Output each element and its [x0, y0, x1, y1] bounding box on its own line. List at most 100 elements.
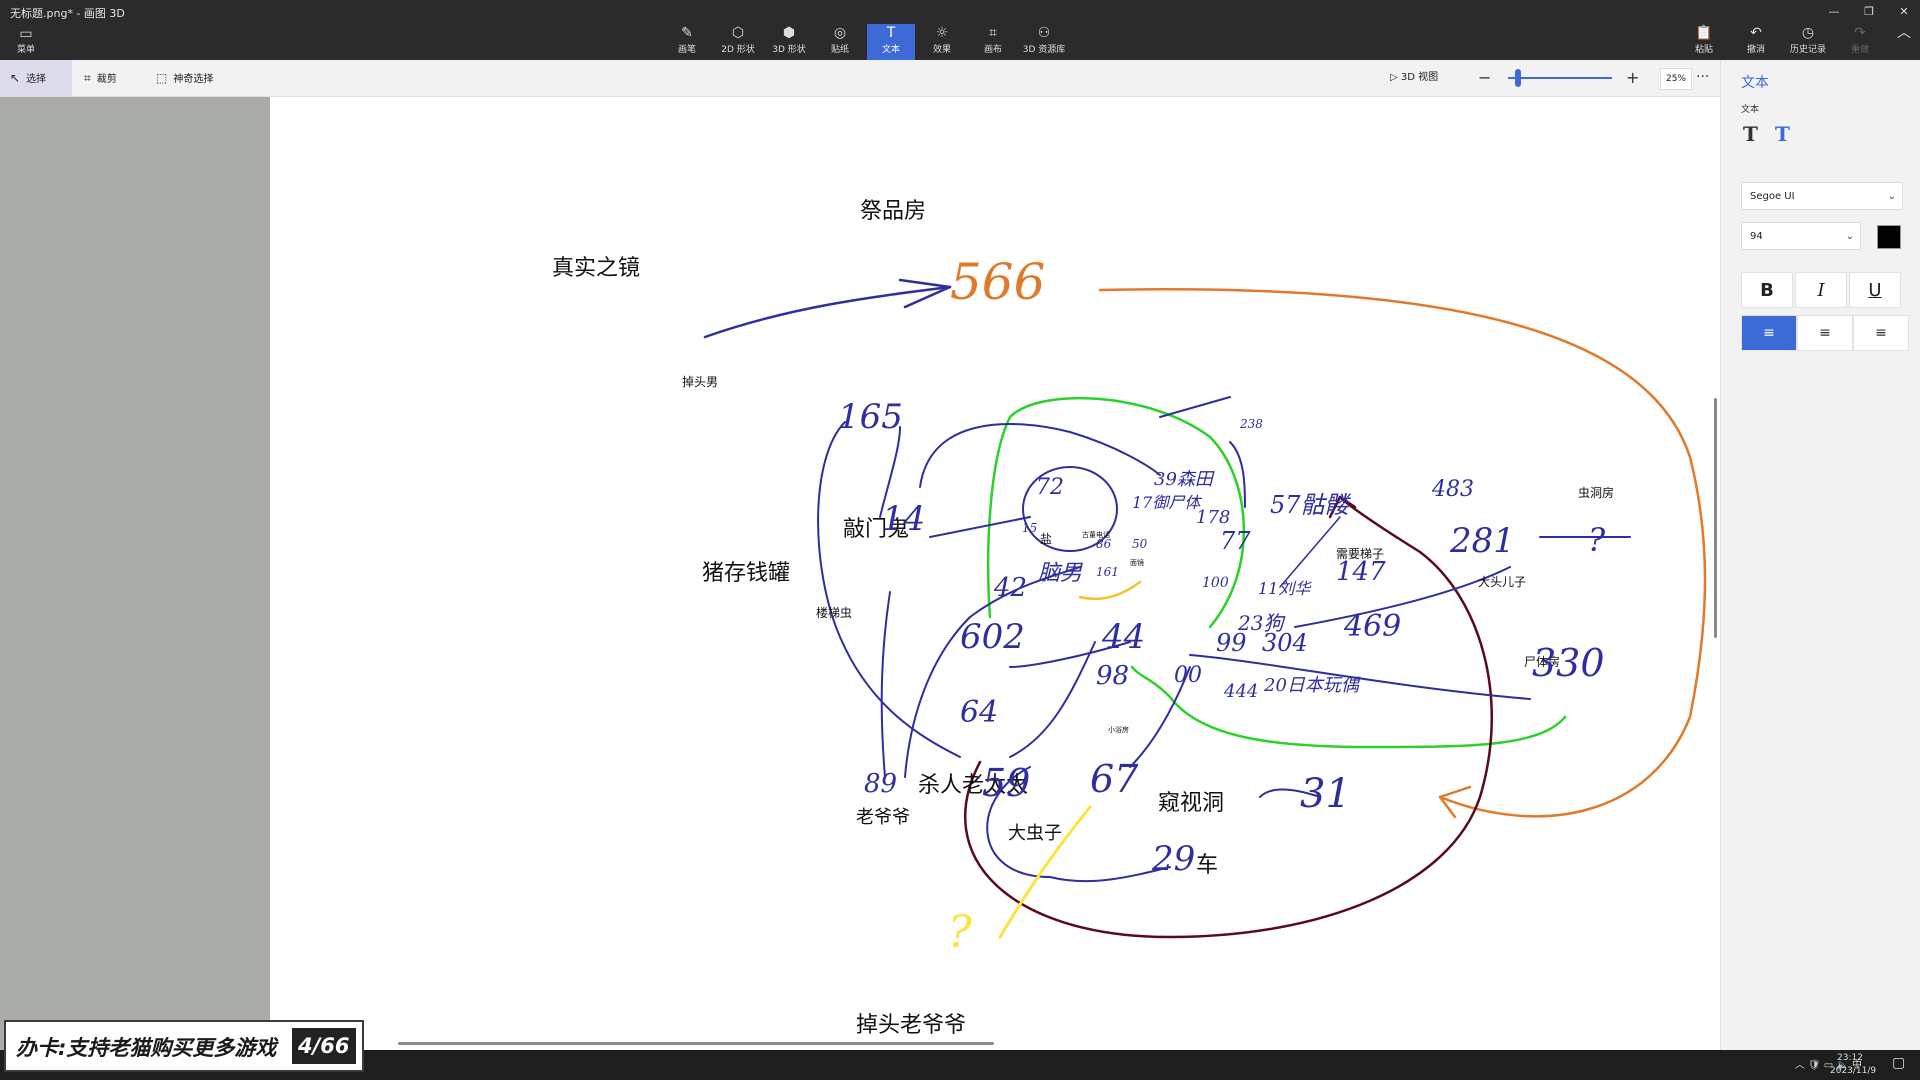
sticker-icon: ◎ [833, 25, 847, 41]
paste-button[interactable]: 📋 粘贴 [1680, 24, 1728, 60]
tool-text[interactable]: T 文本 [867, 24, 915, 60]
number-86: 86 [1096, 537, 1112, 551]
align-center-icon: ≡ [1819, 325, 1831, 341]
menu-button[interactable]: ▭ 菜单 [8, 26, 44, 56]
number-42: 42 [994, 573, 1028, 603]
text-3d-icon[interactable]: T [1775, 122, 1790, 146]
horizontal-scrollbar[interactable] [398, 1042, 994, 1045]
panel-title: 文本 [1741, 75, 1769, 91]
label-small-bathroom: 小浴房 [1108, 726, 1129, 734]
number-469: 469 [1344, 609, 1402, 644]
text-icon: T [886, 25, 896, 41]
align-left-button[interactable]: ≡ [1741, 315, 1797, 351]
number-178: 178 [1196, 507, 1231, 528]
view-3d-button[interactable]: ▷ 3D 视图 [1390, 60, 1438, 96]
number-566: 566 [950, 253, 1046, 311]
label-peep-hole: 窥视洞 [1158, 791, 1225, 816]
label-car: 车 [1196, 853, 1219, 878]
underline-button[interactable]: U [1849, 272, 1901, 308]
text-color-swatch[interactable] [1877, 225, 1901, 249]
close-button[interactable]: ✕ [1884, 2, 1920, 22]
number-281: 281 [1450, 521, 1515, 561]
number-31: 31 [1300, 771, 1351, 817]
question-mark-bug-room: ? [1588, 521, 1606, 559]
number-89: 89 [864, 769, 898, 799]
tool-3d-shapes[interactable]: ⬢ 3D 形状 [765, 24, 813, 60]
number-602: 602 [960, 617, 1025, 657]
notification-icon[interactable]: ▢ [1892, 1055, 1905, 1071]
zoom-out-button[interactable]: − [1478, 60, 1491, 96]
canvas-icon: ⌗ [989, 25, 997, 41]
vertical-scrollbar[interactable] [1714, 398, 1717, 638]
title-bar: 无标题.png* - 画图 3D — ❐ ✕ ▭ 菜单 ✎ 画笔 ⬡ 2D 形状 ⬢… [0, 0, 1920, 60]
restore-button[interactable]: ❐ [1849, 2, 1889, 22]
number-64: 64 [960, 695, 999, 730]
crop-icon: ⌗ [84, 71, 91, 85]
magic-select-icon: ⬚ [156, 71, 168, 85]
clock-time[interactable]: 23:12 [1837, 1053, 1863, 1063]
zoom-value[interactable]: 25% [1660, 68, 1692, 90]
zoom-slider-track[interactable] [1508, 77, 1612, 79]
tool-sticker[interactable]: ◎ 贴纸 [816, 24, 864, 60]
label-big-head-son: 大头儿子 [1478, 575, 1527, 589]
text-2d-icon[interactable]: T [1743, 122, 1758, 146]
align-right-button[interactable]: ≡ [1853, 315, 1909, 351]
overlay-count: 4/66 [292, 1028, 356, 1064]
folder-icon: ▭ [19, 26, 33, 42]
select-button[interactable]: ↖ 选择 [0, 60, 72, 96]
collapse-ribbon-button[interactable]: ︿ [1880, 24, 1920, 60]
label-headless-grandpa: 掉头老爷爷 [856, 1013, 967, 1038]
number-59: 59 [982, 761, 1031, 805]
number-77: 77 [1220, 527, 1251, 555]
number-238: 238 [1240, 417, 1263, 431]
history-button[interactable]: ◷ 历史记录 [1784, 24, 1832, 60]
font-select[interactable]: Segoe UI ⌄ [1741, 182, 1903, 210]
redo-icon: ↷ [1854, 25, 1866, 41]
question-mark-yellow: ? [948, 907, 972, 958]
stream-overlay-badge: 办卡:支持老猫购买更多游戏 4/66 [4, 1020, 364, 1072]
undo-icon: ↶ [1750, 25, 1762, 41]
panel-subtitle: 文本 [1741, 105, 1760, 115]
bold-button[interactable]: B [1741, 272, 1793, 308]
number-50: 50 [1132, 537, 1148, 551]
number-57: 57骷髅 [1270, 491, 1349, 519]
tool-brush[interactable]: ✎ 画笔 [663, 24, 711, 60]
number-44: 44 [1102, 617, 1146, 657]
redo-button[interactable]: ↷ 重做 [1836, 24, 1884, 60]
overlay-text: 办卡:支持老猫购买更多游戏 [16, 1036, 277, 1060]
number-483: 483 [1432, 477, 1474, 502]
window-title: 无标题.png* - 画图 3D [10, 7, 125, 20]
number-20: 20日本玩偶 [1264, 675, 1359, 696]
paste-icon: 📋 [1695, 25, 1713, 41]
history-icon: ◷ [1801, 25, 1815, 41]
align-center-button[interactable]: ≡ [1797, 315, 1853, 351]
zoom-slider-thumb[interactable] [1515, 69, 1521, 87]
number-147: 147 [1336, 557, 1386, 587]
italic-button[interactable]: I [1795, 272, 1847, 308]
number-304: 304 [1262, 629, 1308, 657]
drawing-canvas[interactable]: 祭品房 真实之镜 掉头男 敲门鬼 猪存钱罐 楼梯虫 需要梯子 虫洞房 大头儿子 … [270, 97, 1720, 1050]
zoom-in-button[interactable]: + [1626, 60, 1639, 96]
cursor-icon: ↖ [10, 71, 21, 85]
number-29: 29 [1152, 839, 1196, 879]
crop-button[interactable]: ⌗ 裁剪 [74, 60, 127, 96]
tool-effects[interactable]: ☼ 效果 [918, 24, 966, 60]
tool-3d-library[interactable]: ⚇ 3D 资源库 [1020, 24, 1068, 60]
number-17: 17御尸体 [1132, 493, 1201, 512]
tool-canvas[interactable]: ⌗ 画布 [969, 24, 1017, 60]
tool-2d-shapes[interactable]: ⬡ 2D 形状 [714, 24, 762, 60]
align-left-icon: ≡ [1763, 325, 1775, 341]
number-39: 39森田 [1154, 469, 1213, 490]
more-options-button[interactable]: ··· [1696, 60, 1709, 94]
number-15: 15 [1022, 521, 1038, 535]
undo-button[interactable]: ↶ 撤消 [1732, 24, 1780, 60]
sub-toolbar: ↖ 选择 ⌗ 裁剪 ⬚ 神奇选择 ▷ 3D 视图 − + 25% ··· [0, 60, 1720, 97]
clock-date[interactable]: 2023/11/9 [1830, 1066, 1876, 1076]
magic-select-button[interactable]: ⬚ 神奇选择 [146, 60, 223, 96]
number-444: 444 [1224, 681, 1259, 702]
label-sacrifice-room: 祭品房 [860, 199, 927, 224]
chevron-up-icon: ︿ [1897, 25, 1911, 41]
font-size-select[interactable]: 94 ⌄ [1741, 222, 1861, 250]
minimize-button[interactable]: — [1814, 2, 1854, 22]
number-98: 98 [1096, 661, 1130, 691]
